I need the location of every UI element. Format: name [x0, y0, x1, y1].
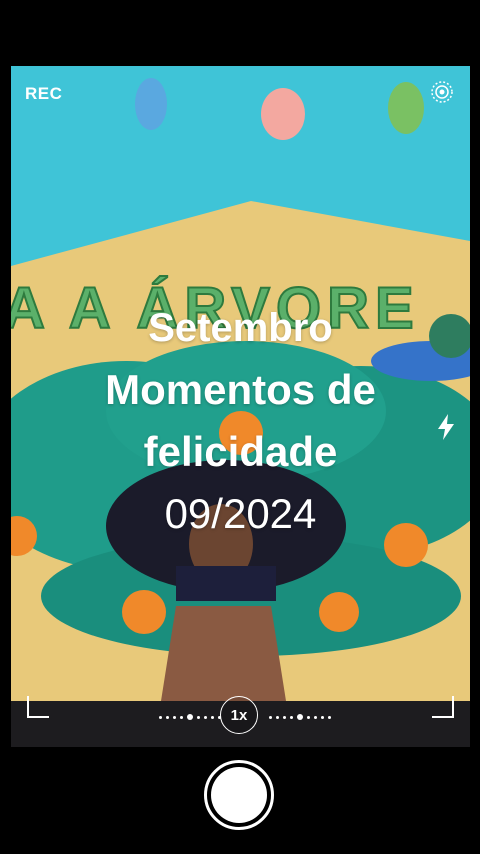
- zoom-1x-button[interactable]: 1x: [220, 696, 258, 734]
- zoom-control[interactable]: 1x: [11, 696, 470, 736]
- overlay-date: 09/2024: [164, 490, 317, 537]
- shutter-button[interactable]: [204, 760, 274, 830]
- zoom-dots-right: [269, 714, 331, 720]
- rec-indicator: REC: [25, 84, 63, 103]
- zoom-dots-left: [159, 714, 221, 720]
- shutter-icon: [211, 767, 267, 823]
- overlay-title-line2: Momentos de: [105, 366, 376, 413]
- overlay-title-line1: Setembro: [148, 306, 333, 350]
- live-photo-icon[interactable]: [430, 80, 454, 104]
- camera-viewfinder[interactable]: A A ÁRVORE REC Setembro Momentos de feli…: [11, 66, 470, 747]
- overlay-title-line3: felicidade: [143, 428, 338, 475]
